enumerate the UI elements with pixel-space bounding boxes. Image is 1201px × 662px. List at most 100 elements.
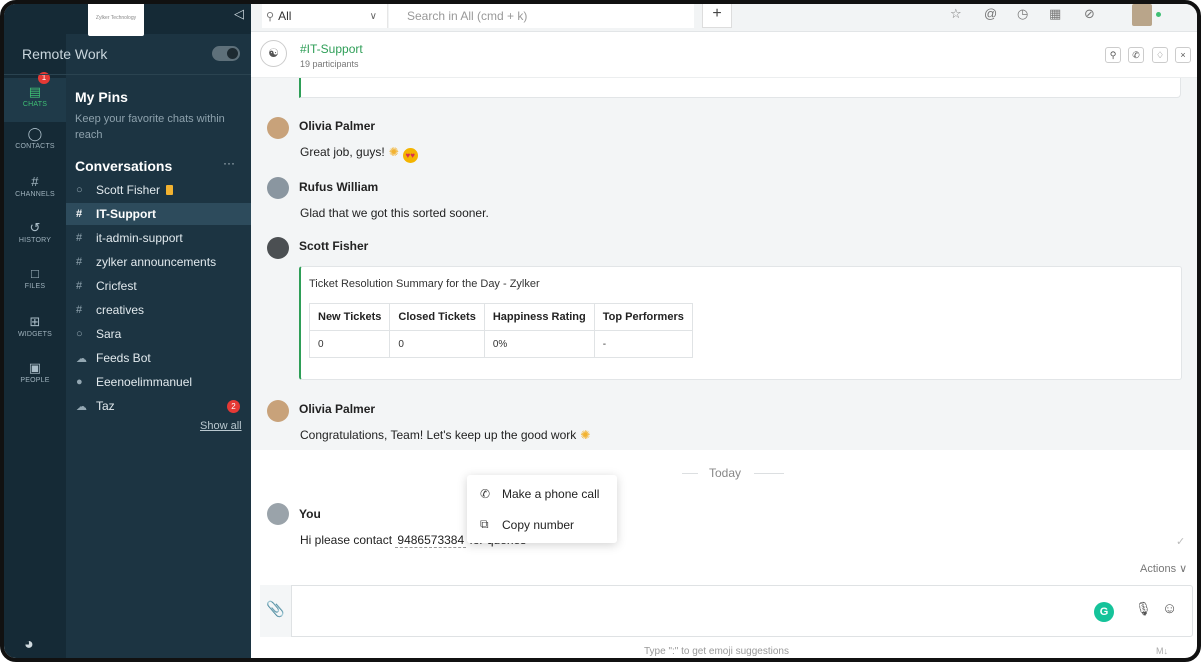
star-icon[interactable]: ☆ (950, 6, 962, 22)
hash-icon: # (76, 208, 83, 220)
add-button[interactable]: + (702, 4, 732, 28)
channel-avatar-icon[interactable]: ☯ (260, 40, 287, 67)
message-author[interactable]: You (299, 507, 321, 521)
conversation-sara[interactable]: ○ Sara (66, 323, 251, 345)
conversation-zylker-announcements[interactable]: # zylker announcements (66, 251, 251, 273)
table-header-row: New Tickets Closed Tickets Happiness Rat… (308, 303, 693, 331)
make-phone-call-item[interactable]: ✆ Make a phone call (480, 487, 599, 501)
bell-icon[interactable]: ♢ (1152, 47, 1168, 63)
copy-number-item[interactable]: ⧉ Copy number (480, 517, 574, 532)
search-icon[interactable]: ⚲ (1105, 47, 1121, 63)
conversations-title: Conversations (75, 158, 173, 174)
avatar[interactable] (267, 117, 289, 139)
microphone-icon[interactable]: 🎙 (1135, 601, 1152, 617)
composer-hint: Type ":" to get emoji suggestions (644, 646, 789, 657)
chat-icon: ▤ (28, 84, 42, 99)
hash-icon: # (76, 280, 83, 292)
status-icon: ○ (76, 184, 83, 196)
more-icon[interactable]: ··· (223, 156, 235, 170)
chat-header (251, 32, 1197, 78)
call-icon[interactable]: ✆ (1128, 47, 1144, 63)
search-scope-select[interactable]: ⚲ All ∨ (262, 4, 388, 28)
plugin-icon[interactable]: ⊘ (1084, 6, 1095, 22)
phone-icon: ✆ (480, 487, 491, 501)
avatar[interactable] (267, 237, 289, 259)
message-author[interactable]: Olivia Palmer (299, 402, 375, 416)
message-input[interactable] (260, 585, 1193, 637)
bot-icon: ☁ (76, 352, 87, 365)
bot-icon: ☁ (76, 400, 87, 413)
table-header: Happiness Rating (483, 303, 595, 331)
fireworks-icon: ✺ (580, 428, 591, 442)
history-icon: ↺ (29, 220, 41, 235)
search-icon: ⚲ (266, 10, 275, 23)
avatar[interactable] (267, 503, 289, 525)
channel-name[interactable]: #IT-Support (300, 42, 363, 56)
conversation-cricfest[interactable]: # Cricfest (66, 275, 251, 297)
show-all-link[interactable]: Show all (200, 420, 242, 432)
mention-icon[interactable]: @ (984, 6, 997, 21)
table-header: Top Performers (593, 303, 693, 331)
id-card-icon: ▣ (28, 360, 42, 375)
date-separator: Today (709, 466, 742, 480)
fireworks-icon: ✺ (388, 145, 399, 159)
conversation-eeenoelimmanuel[interactable]: ● Eeenoelimmanuel (66, 371, 251, 393)
search-input[interactable]: Search in All (cmd + k) (389, 4, 694, 28)
bot-icon[interactable]: ◕ (24, 636, 34, 654)
message-author[interactable]: Olivia Palmer (299, 119, 375, 133)
conversation-feeds-bot[interactable]: ☁ Feeds Bot (66, 347, 251, 369)
message-author[interactable]: Scott Fisher (299, 239, 368, 253)
file-icon: □ (30, 266, 40, 281)
actions-button[interactable]: Actions ∨ (1140, 562, 1187, 575)
hash-icon: # (31, 174, 39, 189)
reminder-icon[interactable]: ◷ (1017, 6, 1028, 22)
grid-icon: ⊞ (29, 314, 41, 329)
user-avatar[interactable] (1132, 4, 1152, 26)
divider (754, 473, 784, 474)
hash-icon: # (76, 256, 83, 268)
close-icon[interactable]: × (1175, 47, 1191, 63)
rail-history[interactable]: ↺ HISTORY (4, 220, 66, 244)
app-window: ▤ CHATS 1 ◯ CONTACTS # CHANNELS ↺ HISTOR… (0, 0, 1201, 662)
status-icon: ○ (76, 328, 83, 340)
pins-title: My Pins (75, 89, 128, 105)
rail-files[interactable]: □ FILES (4, 266, 66, 290)
avatar[interactable] (267, 177, 289, 199)
rail-contacts[interactable]: ◯ CONTACTS (4, 126, 66, 150)
unread-badge: 2 (227, 400, 240, 413)
conversation-scott-fisher[interactable]: ○ Scott Fisher (66, 179, 251, 201)
attachment-icon[interactable]: 📎 (260, 585, 292, 637)
workspace-toggle[interactable] (212, 46, 240, 61)
rail-channels[interactable]: # CHANNELS (4, 174, 66, 198)
calendar-icon[interactable]: ▦ (1049, 6, 1061, 22)
message-area (251, 78, 1197, 450)
avatar[interactable] (267, 400, 289, 422)
hash-icon: # (76, 232, 83, 244)
table-cell: - (593, 330, 693, 358)
note-icon (166, 185, 174, 195)
chevron-down-icon: ∨ (369, 10, 377, 22)
table-cell: 0% (483, 330, 595, 358)
person-icon: ◯ (27, 126, 43, 141)
phone-context-menu (467, 475, 617, 543)
message-author[interactable]: Rufus William (299, 180, 378, 194)
conversation-it-admin-support[interactable]: # it-admin-support (66, 227, 251, 249)
conversation-taz[interactable]: ☁ Taz (66, 395, 251, 417)
conversation-it-support[interactable]: # IT-Support (66, 203, 251, 225)
hash-icon: # (76, 304, 83, 316)
rail-widgets[interactable]: ⊞ WIDGETS (4, 314, 66, 338)
grammarly-icon[interactable]: G (1094, 602, 1114, 622)
emoji-icon[interactable]: ☺ (1162, 600, 1177, 617)
markdown-icon[interactable]: M↓ (1156, 646, 1168, 656)
rail-chats[interactable]: ▤ CHATS (4, 78, 66, 122)
collapse-sidebar-icon[interactable]: ◁ (234, 6, 244, 22)
table-header: Closed Tickets (389, 303, 485, 331)
divider (4, 74, 251, 75)
phone-number-link[interactable]: 9486573384 (395, 533, 467, 548)
table-cell: 0 (389, 330, 485, 358)
rail-people[interactable]: ▣ PEOPLE (4, 360, 66, 384)
participants-count[interactable]: 19 participants (300, 59, 359, 69)
conversation-creatives[interactable]: # creatives (66, 299, 251, 321)
table-cell: 0 (308, 330, 391, 358)
divider (682, 473, 698, 474)
